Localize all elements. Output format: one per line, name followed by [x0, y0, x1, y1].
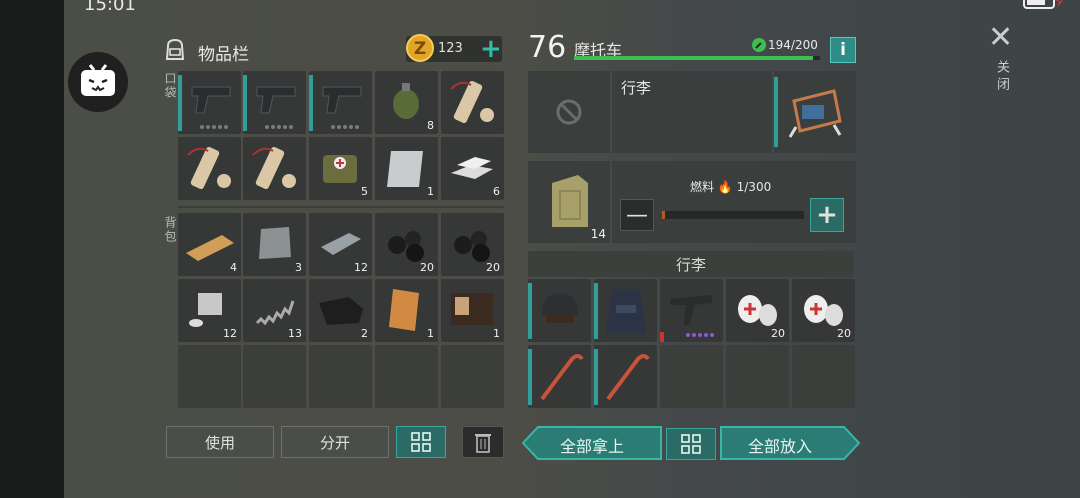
fuel-plus-button[interactable]: +: [810, 198, 844, 232]
dynamite-icon: [187, 146, 231, 190]
inventory-slot[interactable]: 2: [309, 279, 372, 342]
cargo-slot[interactable]: [792, 345, 855, 408]
cargo-slot[interactable]: [528, 345, 591, 408]
inventory-slot[interactable]: 1: [375, 279, 438, 342]
split-button[interactable]: 分开: [281, 426, 389, 458]
inventory-slot[interactable]: 6: [441, 137, 504, 200]
inventory-slot[interactable]: [309, 71, 372, 134]
police-vest-icon: [606, 289, 646, 333]
fuel-minus-button[interactable]: —: [620, 199, 654, 231]
inventory-slot[interactable]: 1: [375, 137, 438, 200]
inventory-slot[interactable]: 1: [441, 279, 504, 342]
add-coins-button[interactable]: +: [480, 34, 502, 64]
cargo-slot[interactable]: 20: [792, 279, 855, 342]
inventory-slot[interactable]: 20: [375, 213, 438, 276]
inventory-slot[interactable]: [178, 137, 241, 200]
use-button[interactable]: 使用: [166, 426, 274, 458]
vehicle-hp-bar: [574, 56, 820, 60]
luggage-equip-slot[interactable]: [774, 71, 856, 153]
luggage-panel: 行李: [612, 71, 772, 153]
inventory-slot[interactable]: 8: [375, 71, 438, 134]
dynamite-icon: [252, 146, 296, 190]
cargo-slot[interactable]: [528, 279, 591, 342]
inventory-slot[interactable]: [441, 71, 504, 134]
inventory-slot[interactable]: [243, 71, 306, 134]
app-logo[interactable]: [68, 52, 128, 112]
cargo-slot[interactable]: [660, 279, 723, 342]
sort-cargo-button[interactable]: [666, 428, 716, 460]
inventory-slot[interactable]: 12: [178, 279, 241, 342]
inventory-slot[interactable]: 3: [243, 213, 306, 276]
sort-inventory-button[interactable]: [396, 426, 446, 458]
grid-icon: [681, 434, 701, 454]
cargo-slot[interactable]: [660, 345, 723, 408]
blocked-icon: [556, 99, 582, 125]
fuel-slider[interactable]: [662, 211, 804, 219]
inventory-title: 物品栏: [198, 45, 249, 65]
fuel-label: 燃料 🔥 1/300: [690, 180, 772, 194]
inventory-slot[interactable]: [243, 345, 306, 408]
inventory-slot[interactable]: 4: [178, 213, 241, 276]
coin-count: 123: [438, 41, 463, 56]
inventory-slot[interactable]: [441, 345, 504, 408]
coin-icon: Z: [406, 34, 434, 62]
jerrycan-qty: 14: [590, 227, 606, 241]
luggage-label: 行李: [621, 79, 652, 97]
backpack-icon: [165, 38, 185, 60]
inventory-slot[interactable]: 5: [309, 137, 372, 200]
locked-slot: [528, 71, 610, 153]
battery-icon: [1023, 0, 1063, 9]
inventory-slot[interactable]: [178, 71, 241, 134]
crowbar-icon: [540, 354, 584, 401]
inventory-slot[interactable]: [243, 137, 306, 200]
cargo-slot[interactable]: 20: [726, 279, 789, 342]
trash-button[interactable]: [462, 426, 504, 458]
close-label: 关闭: [994, 60, 1009, 94]
cargo-slot[interactable]: [594, 345, 657, 408]
trash-icon: [475, 434, 491, 453]
cargo-title: 行李: [528, 251, 854, 277]
wrench-icon: [752, 38, 766, 52]
cargo-slot[interactable]: [594, 279, 657, 342]
jerrycan-slot[interactable]: 14: [528, 161, 610, 243]
inventory-slot[interactable]: [309, 345, 372, 408]
inventory-slot[interactable]: 13: [243, 279, 306, 342]
backpack-label: 背包: [163, 216, 177, 244]
inventory-slot[interactable]: 12: [309, 213, 372, 276]
cargo-slot[interactable]: [726, 345, 789, 408]
status-time: 15:01: [84, 0, 136, 15]
put-all-button[interactable]: 全部放入: [720, 426, 860, 460]
helmet-icon: [542, 293, 578, 323]
pocket-label: 口袋: [163, 72, 177, 100]
tv-icon: [81, 64, 115, 96]
section-divider: [178, 206, 504, 208]
vehicle-hp-text: 194/200: [768, 38, 818, 52]
take-all-button[interactable]: 全部拿上: [522, 426, 662, 460]
info-button[interactable]: i: [830, 37, 856, 63]
svg-text:Z: Z: [414, 39, 426, 59]
crowbar-icon: [606, 354, 650, 401]
close-button[interactable]: ✕: [988, 20, 1013, 55]
luggage-rack-icon: [788, 89, 842, 138]
inventory-slot[interactable]: [178, 345, 241, 408]
grid-icon: [411, 432, 431, 452]
inventory-slot[interactable]: [375, 345, 438, 408]
vehicle-level: 76: [528, 30, 567, 65]
flame-icon: 🔥: [717, 180, 733, 194]
dynamite-icon: [450, 80, 494, 124]
inventory-slot[interactable]: 20: [441, 213, 504, 276]
